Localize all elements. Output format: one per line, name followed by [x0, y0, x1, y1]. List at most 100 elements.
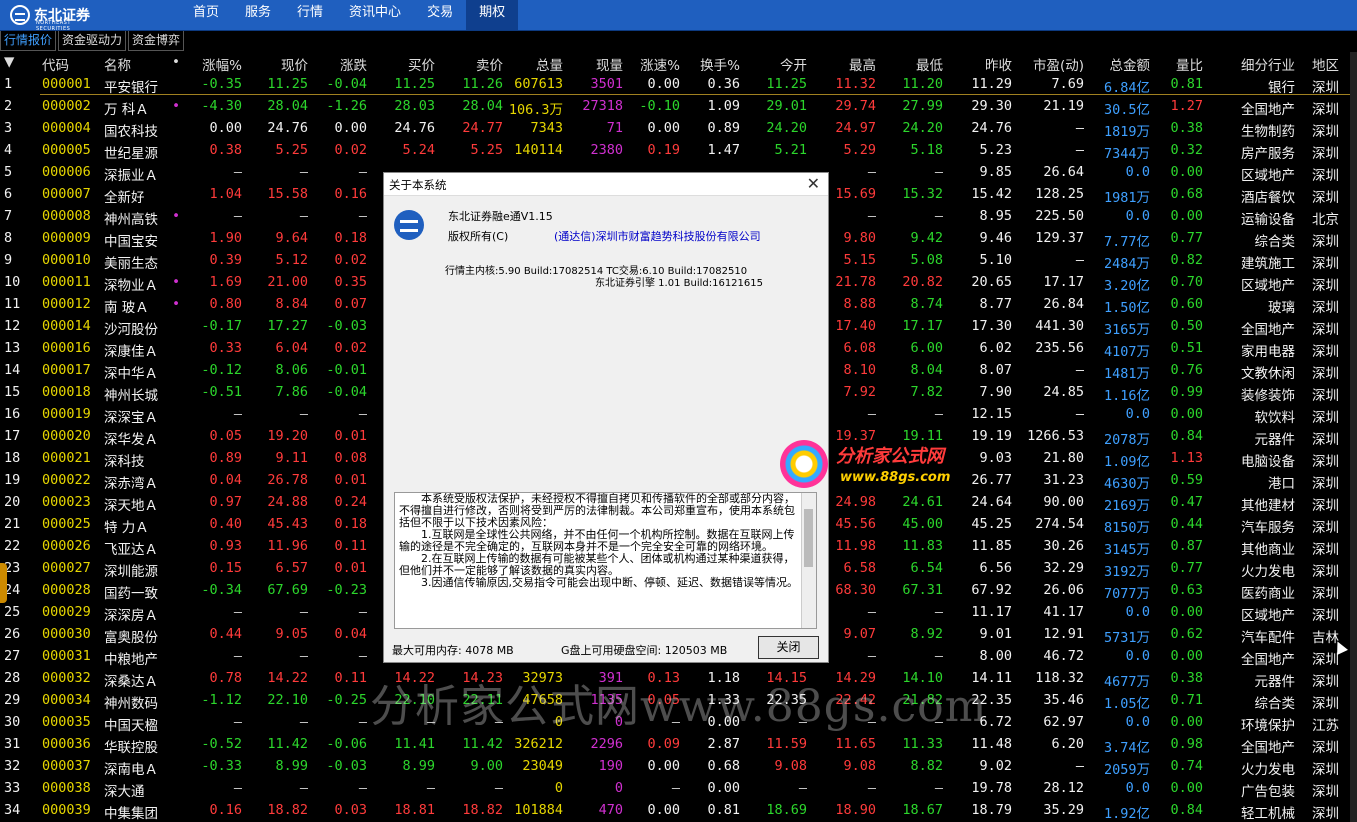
close-button[interactable]: 关闭 [758, 636, 819, 659]
col-header-cur-vol[interactable]: 现量 [566, 54, 623, 74]
side-expand-handle[interactable] [0, 563, 7, 603]
cell-chg-pct: 1.90 [209, 230, 242, 246]
cell-prev-close: 8.95 [979, 208, 1012, 224]
cell-amount: 4107万 [1103, 344, 1150, 360]
col-header-pe[interactable]: 市盈(动) [1024, 54, 1084, 74]
cell-sort: 21 [4, 516, 21, 532]
col-header-amount[interactable]: 总金额 [1094, 54, 1151, 74]
cell-turnover: 2.87 [707, 736, 740, 752]
cell-pe: 46.72 [1043, 648, 1084, 664]
cell-name: 全新好 [104, 190, 145, 206]
cell-prev-close: 9.46 [979, 230, 1012, 246]
cell-price: 21.00 [267, 274, 308, 290]
table-row[interactable]: 3 000004 国农科技 0.00 24.76 0.00 24.76 24.77 7343 71… [0, 118, 1350, 140]
subtab-0[interactable]: 行情报价 [0, 31, 57, 51]
col-header-low[interactable]: 最低 [887, 54, 943, 74]
cell-industry: 玻璃 [1268, 300, 1295, 316]
subtab-2[interactable]: 资金博弈 [128, 31, 185, 51]
cell-change: -0.01 [326, 362, 367, 378]
cell-amount: 3145万 [1103, 542, 1150, 558]
cell-industry: 广告包装 [1241, 784, 1295, 800]
cell-name: 深赤湾Ａ [104, 476, 158, 492]
col-header-name[interactable]: 名称 [104, 54, 178, 74]
disclaimer-scrollbar[interactable] [801, 493, 816, 628]
cell-low: 6.54 [910, 560, 943, 576]
disk-space-label: G盘上可用硬盘空间: 120503 MB [561, 644, 728, 657]
col-header-sort[interactable]: ▼ [4, 54, 28, 70]
col-header-open[interactable]: 今开 [750, 54, 807, 74]
col-header-code[interactable]: 代码 [42, 54, 102, 74]
subtab-1[interactable]: 资金驱动力 [58, 31, 127, 51]
table-row[interactable]: 2 000002 万 科Ａ • -4.30 28.04 -1.26 28.03 28.04 106… [0, 96, 1350, 118]
col-header-chg-pct[interactable]: 涨幅% [190, 54, 242, 74]
col-header-speed[interactable]: 涨速% [628, 54, 680, 74]
cell-code: 000021 [42, 450, 91, 466]
cell-low: – [934, 648, 943, 664]
cell-region: 深圳 [1312, 740, 1339, 756]
cell-low: 8.82 [910, 758, 943, 774]
cell-region: 深圳 [1312, 762, 1339, 778]
col-header-turnover[interactable]: 换手% [688, 54, 740, 74]
col-header-vol-ratio[interactable]: 量比 [1153, 54, 1203, 74]
nav-item-2[interactable]: 行情 [284, 0, 336, 30]
table-row[interactable]: 31 000036 华联控股 -0.52 11.42 -0.06 11.41 11.42 326… [0, 734, 1350, 756]
col-header-bid[interactable]: 买价 [378, 54, 435, 74]
col-header-prev-close[interactable]: 昨收 [957, 54, 1012, 74]
table-row[interactable]: 33 000038 深大通 – – – – –0 0–0.00– – –19.78 28.12 0.0 0… [0, 778, 1350, 800]
copyright-holder-link[interactable]: (通达信)深圳市财富趋势科技股份有限公司 [554, 228, 761, 244]
nav-item-3[interactable]: 资讯中心 [336, 0, 414, 30]
table-row[interactable]: 34 000039 中集集团 0.16 18.82 0.03 18.81 18.82 10188… [0, 800, 1350, 822]
col-header-price[interactable]: 现价 [256, 54, 308, 74]
table-row[interactable]: 32 000037 深南电Ａ -0.33 8.99 -0.03 8.99 9.00 23049 1… [0, 756, 1350, 778]
cell-open: 9.08 [774, 758, 807, 774]
cell-vol-ratio: 0.00 [1170, 714, 1203, 730]
cell-name: 深天地Ａ [104, 498, 158, 514]
col-header-flag[interactable]: • [172, 54, 182, 70]
col-header-high[interactable]: 最高 [820, 54, 876, 74]
cell-change: 0.24 [334, 494, 367, 510]
cell-vol-ratio: 0.00 [1170, 648, 1203, 664]
col-header-change[interactable]: 涨跌 [317, 54, 367, 74]
nav-item-5[interactable]: 期权 [466, 0, 519, 30]
cell-chg-pct: – [233, 406, 242, 422]
cell-high: – [867, 780, 876, 796]
nav-item-4[interactable]: 交易 [414, 0, 466, 30]
cell-change: 0.08 [334, 450, 367, 466]
cell-code: 000011 [42, 274, 91, 290]
cell-region: 深圳 [1312, 696, 1339, 712]
cell-amount: 0.0 [1125, 604, 1150, 620]
cell-industry: 全国地产 [1241, 322, 1295, 338]
cell-change: 0.11 [334, 538, 367, 554]
cell-prev-close: 9.01 [979, 626, 1012, 642]
table-row[interactable]: 1 000001 平安银行 -0.35 11.25 -0.04 11.25 11.26 6076… [0, 74, 1350, 96]
cell-bid: 28.03 [394, 98, 435, 114]
col-header-region[interactable]: 地区 [1312, 54, 1352, 74]
scroll-thumb[interactable] [804, 509, 813, 567]
cell-price: – [299, 780, 308, 796]
cell-sort: 18 [4, 450, 21, 466]
cell-region: 深圳 [1312, 102, 1339, 118]
cell-price: 67.69 [267, 582, 308, 598]
close-icon[interactable]: ✕ [807, 174, 820, 193]
col-header-industry[interactable]: 细分行业 [1217, 54, 1295, 74]
cell-industry: 医药商业 [1241, 586, 1295, 602]
cell-low: – [934, 406, 943, 422]
cell-flag: • [172, 274, 181, 290]
nav-item-1[interactable]: 服务 [232, 0, 284, 30]
cell-price: 9.11 [275, 450, 308, 466]
cell-amount: 0.0 [1125, 164, 1150, 180]
cell-change: – [358, 406, 367, 422]
table-row[interactable]: 4 000005 世纪星源 0.38 5.25 0.02 5.24 5.25 140114 238… [0, 140, 1350, 162]
table-header: ▼ 代码 名称 • 涨幅% 现价 涨跌 买价 卖价 总量 现量 涨速% 换手% 今开 最高 最低 昨收 市盈(动)… [0, 52, 1350, 74]
engine-version: 东北证券引擎 1.01 Build:16121615 [595, 278, 763, 289]
col-header-ask[interactable]: 卖价 [444, 54, 503, 74]
cell-prev-close: 5.23 [979, 142, 1012, 158]
nav-item-0[interactable]: 首页 [180, 0, 232, 30]
cell-high: 11.32 [835, 76, 876, 92]
cell-speed: 0.00 [647, 802, 680, 818]
cell-low: 9.42 [910, 230, 943, 246]
vertical-scrollbar[interactable] [1350, 52, 1357, 822]
cell-prev-close: 5.10 [979, 252, 1012, 268]
col-header-volume[interactable]: 总量 [503, 54, 563, 74]
disclaimer-textbox[interactable]: 本系统受版权法保护，未经授权不得擅自拷贝和传播软件的全部或部分内容，不得擅自进行… [394, 492, 817, 629]
